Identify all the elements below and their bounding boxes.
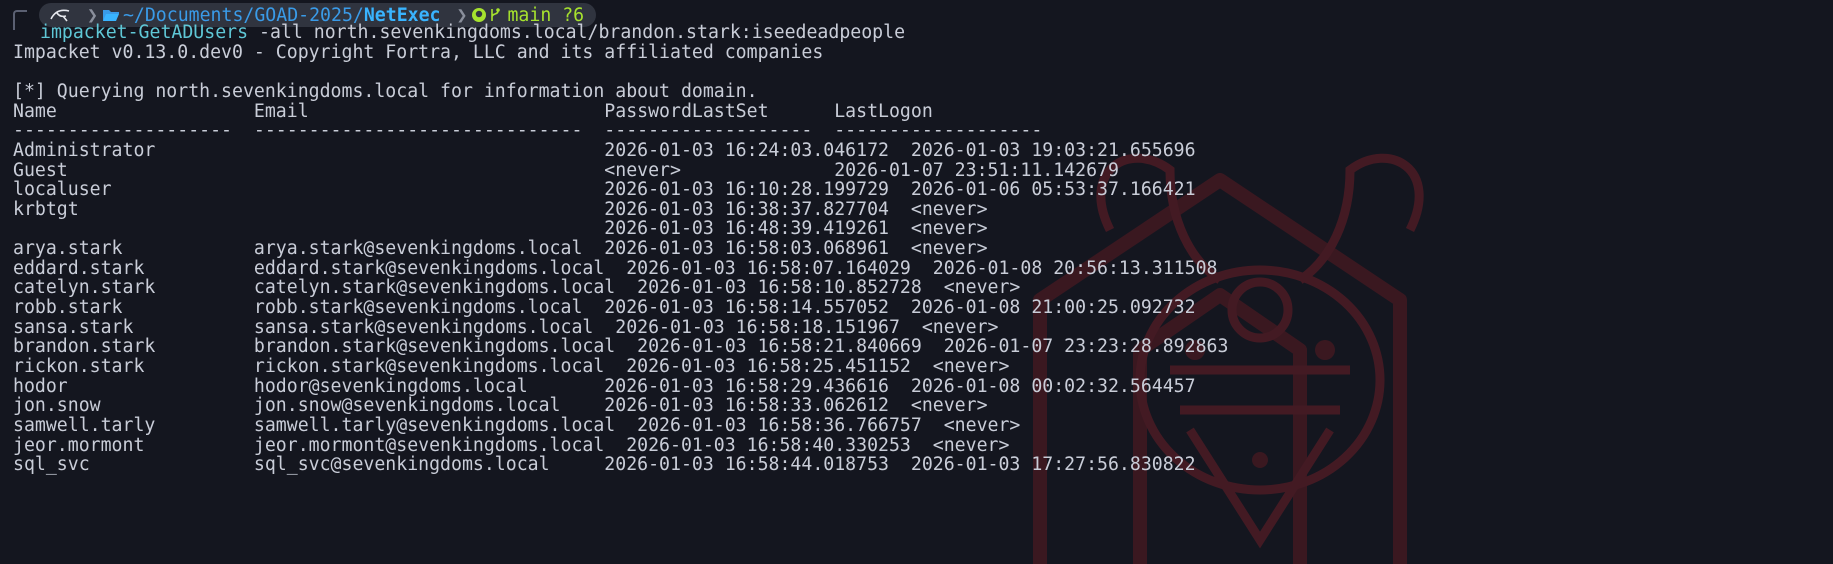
banner-line: Impacket v0.13.0.dev0 - Copyright Fortra… xyxy=(13,42,824,63)
command-args: -all north.sevenkingdoms.local/brandon.s… xyxy=(248,22,906,43)
terminal[interactable]: ❯ ~/Documents/GOAD-2025/NetExec ❯ main ?… xyxy=(13,0,1833,564)
table-row: sql_svc sql_svc@sevenkingdoms.local 2026… xyxy=(13,454,1196,475)
prompt-corner xyxy=(13,10,27,30)
command-name: impacket-GetADUsers xyxy=(40,22,249,43)
folder-open-icon xyxy=(102,10,119,21)
